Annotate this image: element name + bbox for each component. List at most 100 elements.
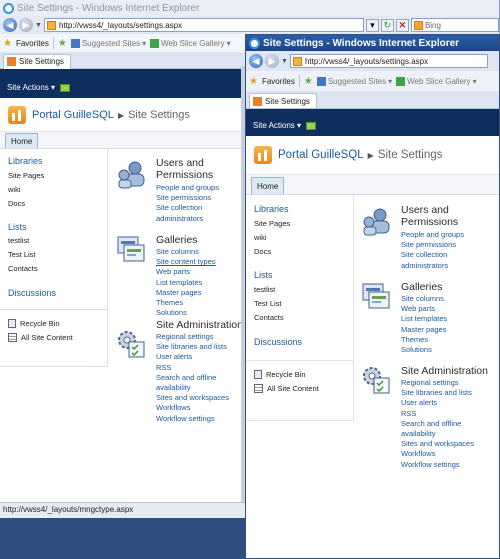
solutions-link[interactable]: Solutions xyxy=(156,308,216,318)
master-pages-link[interactable]: Master pages xyxy=(156,288,216,298)
people-and-groups-link[interactable]: People and groups xyxy=(156,183,219,193)
user-alerts-link[interactable]: User alerts xyxy=(156,352,229,362)
solutions-link[interactable]: Solutions xyxy=(401,345,447,355)
back-arrow-icon[interactable]: ◀ xyxy=(249,54,263,68)
dropdown-icon[interactable]: ▾ xyxy=(473,77,477,86)
ql-site-pages[interactable]: Site Pages xyxy=(0,171,107,180)
search-offline-link-line2[interactable]: availability xyxy=(401,429,474,439)
ql-contacts[interactable]: Contacts xyxy=(0,264,107,273)
regional-settings-link[interactable]: Regional settings xyxy=(401,378,474,388)
front-address-bar[interactable]: http://vwss4/_layouts/settings.aspx xyxy=(289,54,488,68)
site-collection-admins-link[interactable]: Site collection xyxy=(156,203,219,213)
address-dropdown-icon[interactable]: ▾ xyxy=(365,18,379,32)
ql-test-list[interactable]: Test List xyxy=(0,250,107,259)
site-columns-link[interactable]: Site columns xyxy=(156,247,216,257)
web-parts-link[interactable]: Web parts xyxy=(401,304,447,314)
ql-site-pages[interactable]: Site Pages xyxy=(246,219,353,228)
site-permissions-link[interactable]: Site permissions xyxy=(401,240,464,250)
site-collection-admins-link-line2[interactable]: administrators xyxy=(156,214,219,224)
rss-link[interactable]: RSS xyxy=(156,363,229,373)
add-favorites-icon[interactable]: ★ xyxy=(58,38,67,49)
forward-arrow-icon[interactable]: ▶ xyxy=(265,54,279,68)
suggested-sites-link[interactable]: Suggested Sites ▾ xyxy=(316,76,392,86)
ql-contacts[interactable]: Contacts xyxy=(246,313,353,322)
recent-pages-dropdown-icon[interactable]: ▼ xyxy=(281,58,288,65)
suggested-sites-link[interactable]: Suggested Sites ▾ xyxy=(70,38,146,48)
site-columns-link[interactable]: Site columns xyxy=(401,294,447,304)
site-actions-menu[interactable]: Site Actions ▾ xyxy=(253,121,301,130)
ql-all-site-content[interactable]: All Site Content xyxy=(0,330,107,344)
ql-recycle-bin[interactable]: Recycle Bin xyxy=(246,367,353,381)
list-templates-link[interactable]: List templates xyxy=(401,314,447,324)
front-browser-tab[interactable]: Site Settings xyxy=(249,93,317,108)
workflow-settings-link[interactable]: Workflow settings xyxy=(156,414,229,424)
web-slice-gallery-label: Web Slice Gallery xyxy=(161,38,225,48)
ql-discussions[interactable]: Discussions xyxy=(0,288,107,298)
favorites-star-icon[interactable]: ★ xyxy=(3,38,12,49)
themes-link[interactable]: Themes xyxy=(156,298,216,308)
ql-docs[interactable]: Docs xyxy=(246,247,353,256)
back-address-bar[interactable]: http://vwss4/_layouts/settings.aspx xyxy=(43,18,364,32)
web-parts-link[interactable]: Web parts xyxy=(156,267,216,277)
search-offline-link[interactable]: Search and offline xyxy=(156,373,229,383)
ql-test-list[interactable]: Test List xyxy=(246,299,353,308)
home-tab[interactable]: Home xyxy=(251,177,285,194)
ql-all-site-content[interactable]: All Site Content xyxy=(246,381,353,395)
site-name-link[interactable]: Portal GuilleSQL xyxy=(32,109,114,121)
ql-wiki[interactable]: wiki xyxy=(246,233,353,242)
site-libraries-lists-link[interactable]: Site libraries and lists xyxy=(156,342,229,352)
ql-wiki[interactable]: wiki xyxy=(0,185,107,194)
regional-settings-link[interactable]: Regional settings xyxy=(156,332,229,342)
refresh-icon[interactable]: ↻ xyxy=(380,18,394,32)
back-arrow-icon[interactable]: ◀ xyxy=(3,18,17,32)
workflow-settings-link[interactable]: Workflow settings xyxy=(401,460,474,470)
list-templates-link[interactable]: List templates xyxy=(156,278,216,288)
search-offline-link-line2[interactable]: availability xyxy=(156,383,229,393)
stop-icon[interactable]: ✕ xyxy=(395,18,409,32)
favorites-button[interactable]: Favorites xyxy=(262,77,295,86)
ql-discussions[interactable]: Discussions xyxy=(246,337,353,347)
search-box[interactable]: Bing xyxy=(410,18,499,32)
workflows-link[interactable]: Workflows xyxy=(401,449,474,459)
recent-pages-dropdown-icon[interactable]: ▼ xyxy=(35,22,42,29)
ql-libraries[interactable]: Libraries xyxy=(246,204,353,214)
rss-link[interactable]: RSS xyxy=(401,409,474,419)
quick-launch: Libraries Site Pages wiki Docs Lists tes… xyxy=(246,195,354,421)
site-collection-admins-link-line2[interactable]: administrators xyxy=(401,261,464,271)
ql-libraries[interactable]: Libraries xyxy=(0,156,107,166)
ql-testlist[interactable]: testlist xyxy=(246,285,353,294)
forward-arrow-icon[interactable]: ▶ xyxy=(19,18,33,32)
themes-link[interactable]: Themes xyxy=(401,335,447,345)
site-collection-admins-link[interactable]: Site collection xyxy=(401,250,464,260)
add-favorites-icon[interactable]: ★ xyxy=(304,76,313,87)
web-slice-gallery-link[interactable]: Web Slice Gallery ▾ xyxy=(396,76,477,86)
search-offline-link[interactable]: Search and offline xyxy=(401,419,474,429)
site-name-link[interactable]: Portal GuilleSQL xyxy=(278,149,364,161)
web-slice-gallery-link[interactable]: Web Slice Gallery ▾ xyxy=(150,38,231,48)
ql-docs[interactable]: Docs xyxy=(0,199,107,208)
dropdown-icon[interactable]: ▾ xyxy=(142,39,146,48)
home-tab[interactable]: Home xyxy=(5,133,39,148)
dropdown-icon[interactable]: ▾ xyxy=(388,77,392,86)
dropdown-icon[interactable]: ▾ xyxy=(227,39,231,48)
sites-workspaces-link[interactable]: Sites and workspaces xyxy=(156,393,229,403)
page-icon xyxy=(292,56,302,66)
site-libraries-lists-link[interactable]: Site libraries and lists xyxy=(401,388,474,398)
site-permissions-link[interactable]: Site permissions xyxy=(156,193,219,203)
site-content-types-link[interactable]: Site content types xyxy=(156,257,216,267)
master-pages-link[interactable]: Master pages xyxy=(401,325,447,335)
edit-page-icon[interactable] xyxy=(306,122,317,130)
back-browser-tab[interactable]: Site Settings xyxy=(3,53,71,69)
sites-workspaces-link[interactable]: Sites and workspaces xyxy=(401,439,474,449)
ql-lists[interactable]: Lists xyxy=(0,222,107,232)
favorites-star-icon[interactable]: ★ xyxy=(249,76,258,87)
site-actions-menu[interactable]: Site Actions ▾ xyxy=(7,83,55,92)
edit-page-icon[interactable] xyxy=(60,84,71,92)
ql-recycle-bin[interactable]: Recycle Bin xyxy=(0,316,107,330)
ql-lists[interactable]: Lists xyxy=(246,270,353,280)
ql-testlist[interactable]: testlist xyxy=(0,236,107,245)
user-alerts-link[interactable]: User alerts xyxy=(401,398,474,408)
favorites-button[interactable]: Favorites xyxy=(16,39,49,48)
workflows-link[interactable]: Workflows xyxy=(156,403,229,413)
people-and-groups-link[interactable]: People and groups xyxy=(401,230,464,240)
